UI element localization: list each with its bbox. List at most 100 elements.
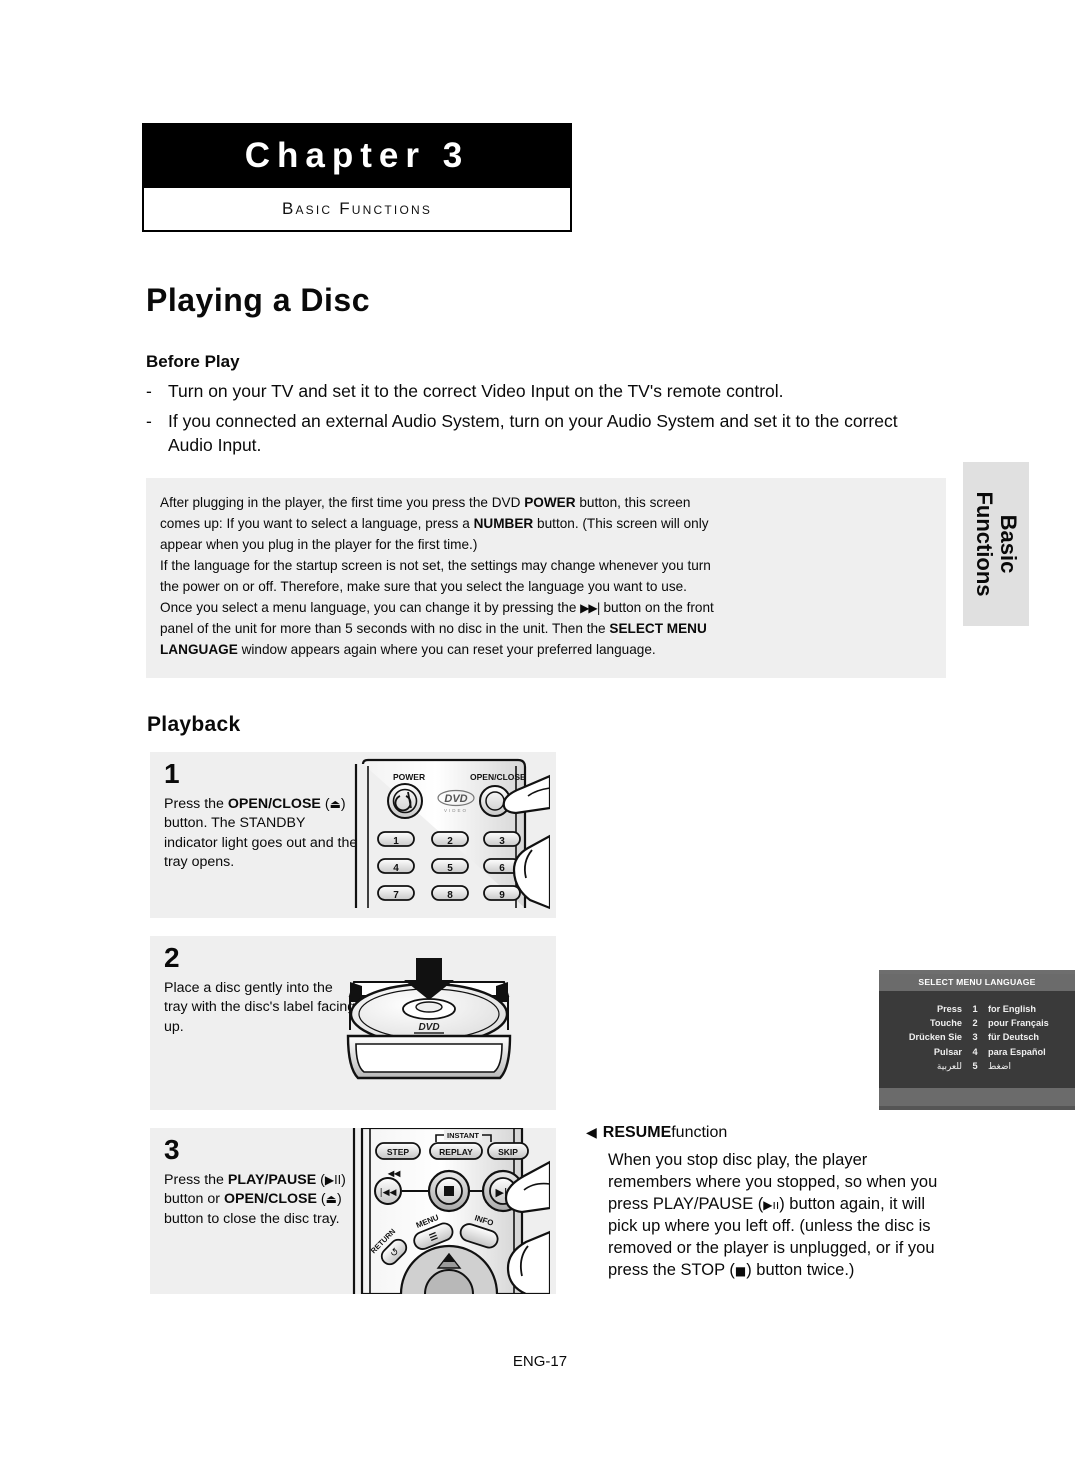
osd-language-row: Touche 2 pour Français	[879, 1018, 1075, 1028]
side-tab-line-2: Functions	[972, 491, 997, 597]
note-panel: After plugging in the player, the first …	[146, 478, 1075, 1110]
playback-heading: Playback	[147, 713, 241, 736]
before-play-item: - If you connected an external Audio Sys…	[146, 410, 946, 457]
select-menu-language-screen: SELECT MENU LANGUAGE Press 1 for English…	[879, 970, 1075, 1110]
resume-function-block: ◀ RESUME function When you stop disc pla…	[586, 1124, 946, 1282]
note-p1-number: NUMBER	[473, 516, 534, 532]
resume-heading: ◀ RESUME function	[586, 1124, 946, 1142]
svg-text:VIDEO: VIDEO	[444, 808, 468, 813]
osd-body: Press 1 for English Touche 2 pour França…	[879, 991, 1075, 1072]
svg-text:POWER: POWER	[393, 772, 425, 782]
svg-text:DVD: DVD	[444, 793, 467, 805]
osd-number: 2	[972, 1018, 978, 1029]
page-title: Playing a Disc	[146, 282, 370, 318]
step3-text-e: button to close the disc tray.	[164, 1210, 340, 1227]
osd-language: اضغط	[988, 1061, 1012, 1072]
before-play-item-text: If you connected an external Audio Syste…	[168, 411, 898, 455]
resume-heading-rest: function	[671, 1124, 728, 1141]
step-number: 2	[164, 942, 180, 973]
before-play-item: - Turn on your TV and set it to the corr…	[146, 380, 946, 403]
eject-icon: ⏏	[325, 1192, 337, 1207]
step3-text-a: Press the	[164, 1172, 228, 1188]
note-p3-d: window appears again where you can reset…	[237, 642, 656, 658]
osd-language: für Deutsch	[988, 1032, 1040, 1043]
remote-control-illustration-step1: POWER OPEN/CLOSE DVD VIDEO 1 2 3 4 5 6 7…	[350, 758, 550, 910]
svg-text:|◀◀: |◀◀	[380, 1188, 397, 1198]
eject-icon: ⏏	[329, 797, 341, 811]
playback-step-2: 2 Place a disc gently into the tray with…	[150, 936, 556, 1110]
note-p1-power: POWER	[524, 495, 576, 510]
note-p1-a: After plugging in the player, the first …	[160, 495, 525, 510]
dash-marker: -	[146, 381, 152, 401]
osd-language-row: Pulsar 4 para Español	[879, 1047, 1075, 1057]
osd-language: para Español	[988, 1046, 1046, 1057]
chapter-title: Chapter 3	[142, 123, 572, 188]
svg-text:7: 7	[393, 890, 399, 901]
svg-text:INSTANT: INSTANT	[447, 1131, 479, 1140]
osd-language-row: Press 1 for English	[879, 1004, 1075, 1014]
svg-text:4: 4	[393, 863, 399, 874]
remote-mid-svg: INSTANT STEP REPLAY SKIP ◀◀ |◀◀ ▶II ☰ ME…	[352, 1128, 550, 1294]
side-tab-basic-functions: Basic Functions	[963, 462, 1029, 626]
svg-text:SKIP: SKIP	[498, 1147, 518, 1157]
osd-bottom-bar	[879, 1088, 1075, 1106]
osd-number: 1	[972, 1004, 978, 1014]
svg-text:REPLAY: REPLAY	[439, 1147, 473, 1157]
step1-text-a: Press the	[164, 796, 228, 812]
remote-control-illustration-step3: INSTANT STEP REPLAY SKIP ◀◀ |◀◀ ▶II ☰ ME…	[348, 1128, 550, 1294]
page-footer: ENG-17	[512, 1353, 568, 1370]
play-pause-icon: ▶ıı	[763, 1197, 780, 1212]
svg-text:1: 1	[393, 836, 399, 847]
svg-text:◀◀: ◀◀	[387, 1169, 401, 1178]
osd-number: 3	[972, 1032, 978, 1043]
fast-forward-icon: ▶▶|	[580, 601, 600, 616]
osd-verb: Touche	[930, 1018, 962, 1029]
step-number: 1	[164, 758, 180, 789]
step-text: Press the PLAY/PAUSE (▶II) button or OPE…	[164, 1172, 346, 1227]
resume-body: When you stop disc play, the player reme…	[586, 1150, 946, 1282]
before-play-section: Before Play - Turn on your TV and set it…	[146, 352, 946, 464]
svg-text:8: 8	[447, 890, 453, 901]
before-play-item-text: Turn on your TV and set it to the correc…	[168, 381, 784, 401]
step3-text-c: button or	[164, 1191, 224, 1208]
note-paragraph-3: Once you select a menu language, you can…	[160, 597, 715, 660]
chapter-header: Chapter 3 Basic Functions	[142, 123, 572, 232]
note-panel-text: After plugging in the player, the first …	[160, 492, 715, 661]
svg-text:DVD: DVD	[418, 1022, 439, 1033]
osd-language-row: للعربية 5 اضغط	[879, 1061, 1075, 1072]
note-paragraph-2: If the language for the startup screen i…	[160, 558, 711, 595]
step-text: Press the OPEN/CLOSE (⏏) button. The STA…	[164, 795, 360, 872]
svg-text:9: 9	[499, 890, 505, 901]
svg-text:3: 3	[499, 836, 505, 847]
step1-text-c: (	[320, 796, 330, 812]
svg-text:6: 6	[499, 863, 505, 874]
svg-text:2: 2	[447, 836, 453, 847]
step1-open-close-label: OPEN/CLOSE	[227, 796, 321, 812]
side-tab-label: Basic Functions	[972, 491, 1021, 597]
svg-text:STEP: STEP	[387, 1147, 410, 1157]
osd-language-row: Drücken Sie 3 für Deutsch	[879, 1032, 1075, 1042]
svg-text:OPEN/CLOSE: OPEN/CLOSE	[470, 772, 526, 782]
step3-open-close-label: OPEN/CLOSE	[223, 1191, 317, 1208]
remote-top-svg: POWER OPEN/CLOSE DVD VIDEO 1 2 3 4 5 6 7…	[354, 758, 550, 910]
note-p3-a: Once you select a menu language, you can…	[160, 600, 581, 616]
chapter-subtitle: Basic Functions	[142, 188, 572, 232]
left-triangle-icon: ◀	[586, 1125, 597, 1141]
osd-verb: Pulsar	[933, 1046, 962, 1057]
note-paragraph-1: After plugging in the player, the first …	[160, 492, 715, 555]
play-pause-icon: ▶II	[324, 1173, 342, 1187]
osd-verb: Press	[936, 1004, 962, 1014]
resume-body-c: ) button twice.)	[746, 1260, 855, 1279]
step3-play-pause-label: PLAY/PAUSE	[227, 1172, 317, 1188]
before-play-heading: Before Play	[146, 352, 240, 371]
osd-verb: للعربية	[936, 1061, 962, 1072]
side-tab-line-1: Basic	[995, 514, 1021, 574]
svg-text:5: 5	[447, 863, 453, 874]
osd-language: pour Français	[988, 1018, 1049, 1029]
playback-step-1: 1 Press the OPEN/CLOSE (⏏) button. The S…	[150, 752, 556, 918]
chapter-subtitle-text: Basic Functions	[281, 199, 433, 218]
playback-step-3: 3 Press the PLAY/PAUSE (▶II) button or O…	[150, 1128, 556, 1294]
osd-verb: Drücken Sie	[908, 1032, 962, 1043]
disc-tray-svg: DVD	[346, 958, 512, 1080]
dash-marker: -	[146, 411, 152, 432]
